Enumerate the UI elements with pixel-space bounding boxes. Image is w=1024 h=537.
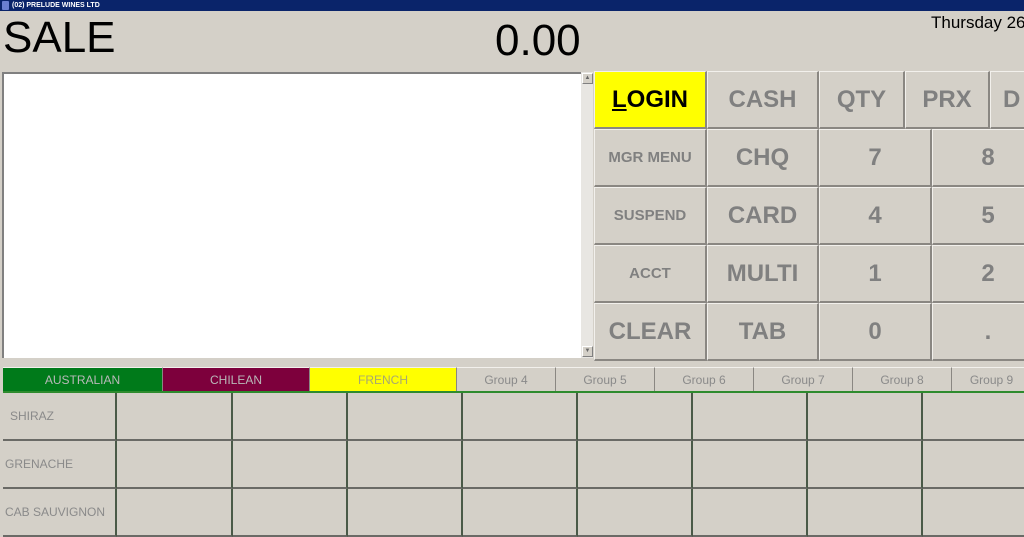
digit-4-button[interactable]: 4 xyxy=(819,187,932,245)
product-row-label-button[interactable]: SHIRAZ xyxy=(3,393,117,441)
product-cell-button[interactable] xyxy=(117,393,233,441)
qty-button[interactable]: QTY xyxy=(819,71,905,129)
tab-chilean[interactable]: CHILEAN xyxy=(163,367,310,391)
product-label: CAB SAUVIGNON xyxy=(5,505,106,519)
product-cell-button[interactable] xyxy=(808,393,923,441)
vertical-scrollbar[interactable]: ▲ ▼ xyxy=(581,72,593,358)
digit-2-button[interactable]: 2 xyxy=(932,245,1024,303)
card-button[interactable]: CARD xyxy=(707,187,819,245)
manager-menu-button[interactable]: MGR MENU xyxy=(594,129,707,187)
sale-items-list[interactable]: ▲ ▼ xyxy=(2,72,593,358)
digit-8-button[interactable]: 8 xyxy=(932,129,1024,187)
clear-button[interactable]: CLEAR xyxy=(594,303,707,361)
tab-group-8[interactable]: Group 8 xyxy=(853,367,952,391)
tab-group-5[interactable]: Group 5 xyxy=(556,367,655,391)
date-display: Thursday 26 xyxy=(931,13,1024,32)
tab-button[interactable]: TAB xyxy=(707,303,819,361)
tab-group-7[interactable]: Group 7 xyxy=(754,367,853,391)
product-cell-button[interactable] xyxy=(923,441,1024,489)
multi-button[interactable]: MULTI xyxy=(707,245,819,303)
tab-group-9[interactable]: Group 9 xyxy=(952,367,1024,391)
product-grid: SHIRAZ GRENACHE CAB SAUVIGNON xyxy=(3,393,1024,537)
digit-5-button[interactable]: 5 xyxy=(932,187,1024,245)
tab-french[interactable]: FRENCH xyxy=(310,367,457,391)
login-button[interactable]: LOGIN xyxy=(594,71,707,129)
price-button[interactable]: PRX xyxy=(905,71,990,129)
tab-group-6[interactable]: Group 6 xyxy=(655,367,754,391)
discount-button[interactable]: D xyxy=(990,71,1024,129)
scroll-down-icon[interactable]: ▼ xyxy=(582,346,593,357)
cheque-button[interactable]: CHQ xyxy=(707,129,819,187)
tab-australian[interactable]: AUSTRALIAN xyxy=(3,367,163,391)
digit-0-button[interactable]: 0 xyxy=(819,303,932,361)
product-cell-button[interactable] xyxy=(233,393,348,441)
account-button[interactable]: ACCT xyxy=(594,245,707,303)
digit-7-button[interactable]: 7 xyxy=(819,129,932,187)
product-cell-button[interactable] xyxy=(578,441,693,489)
app-icon xyxy=(2,1,9,10)
product-cell-button[interactable] xyxy=(693,393,808,441)
cash-button[interactable]: CASH xyxy=(707,71,819,129)
product-cell-button[interactable] xyxy=(923,393,1024,441)
suspend-button[interactable]: SUSPEND xyxy=(594,187,707,245)
window-title: (02) PRELUDE WINES LTD xyxy=(12,2,100,9)
product-cell-button[interactable] xyxy=(693,441,808,489)
tab-group-4[interactable]: Group 4 xyxy=(457,367,556,391)
product-cell-button[interactable] xyxy=(578,393,693,441)
product-cell-button[interactable] xyxy=(117,441,233,489)
product-cell-button[interactable] xyxy=(233,441,348,489)
product-cell-button[interactable] xyxy=(808,441,923,489)
keypad: LOGIN CASH QTY PRX D MGR MENU CHQ 7 8 SU… xyxy=(594,71,1024,361)
product-cell-button[interactable] xyxy=(348,441,463,489)
transaction-total: 0.00 xyxy=(495,16,581,65)
scroll-up-icon[interactable]: ▲ xyxy=(582,73,593,84)
product-group-tabs: AUSTRALIAN CHILEAN FRENCH Group 4 Group … xyxy=(3,367,1024,392)
product-cell-button[interactable] xyxy=(348,393,463,441)
product-row-label-button[interactable]: GRENACHE xyxy=(3,441,117,489)
digit-1-button[interactable]: 1 xyxy=(819,245,932,303)
product-cell-button[interactable] xyxy=(463,441,578,489)
sale-items-area[interactable] xyxy=(2,72,581,358)
product-label: SHIRAZ xyxy=(10,409,55,423)
title-bar: (02) PRELUDE WINES LTD xyxy=(0,0,1024,11)
product-label: GRENACHE xyxy=(5,457,74,471)
product-cell-button[interactable] xyxy=(463,393,578,441)
transaction-mode: SALE xyxy=(3,13,116,62)
decimal-point-button[interactable]: . xyxy=(932,303,1024,361)
